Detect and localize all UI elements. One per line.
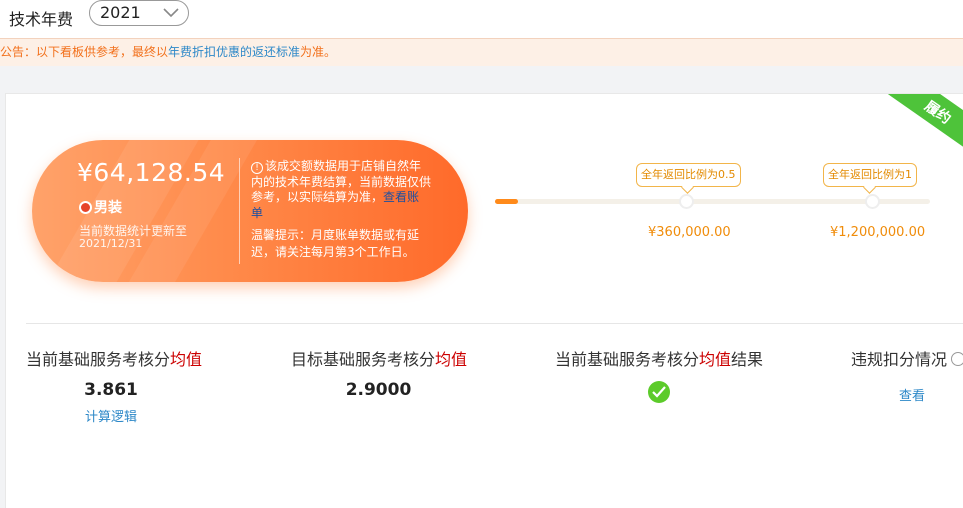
metric-result: 当前基础服务考核分均值结果 [554,346,764,407]
sales-amount: ¥64,128.54 [77,158,226,187]
tech-fee-label: 技术年费 [9,10,74,29]
metric-target-score: 目标基础服务考核分均值 2.9000 [291,346,468,400]
tier-label-2: 全年返回比例为1 [823,163,917,187]
notice-bar: 公告：以下看板供参考，最终以年费折扣优惠的返还标准为准。 [0,38,963,66]
metric-title: 违规扣分情况 [851,346,963,370]
tier-amount-2: ¥1,200,000.00 [830,225,926,240]
category-label: 男装 [94,200,122,216]
status-ribbon: 履约 [885,94,963,162]
category-icon [79,201,92,214]
top-bar: 技术年费 2021 [0,0,963,38]
year-select[interactable]: 2021 [89,0,189,26]
ribbon-text: 履约 [921,98,954,128]
section-divider [26,323,963,324]
tier-node-1 [679,194,694,209]
view-violation-link[interactable]: 查看 [851,385,963,404]
notice-text-after: 为准。 [300,45,337,59]
fee-card: 履约 ¥64,128.54 男装 当前数据统计更新至 2021/12/31 ! 该… [5,93,963,508]
tier-label-1: 全年返回比例为0.5 [636,163,741,187]
summary-pill: ¥64,128.54 男装 当前数据统计更新至 2021/12/31 ! 该成交额… [32,140,468,282]
divider [239,158,240,264]
notice-link[interactable]: 年费折扣优惠的返还标准 [168,45,300,59]
progress-fill [495,199,519,204]
category: 男装 [79,197,122,217]
metric-value: 3.861 [84,380,138,400]
notice-text-before: 公告：以下看板供参考，最终以 [0,45,169,59]
check-circle-icon [648,381,670,403]
info-icon: ! [251,162,263,174]
metric-title: 当前基础服务考核分均值结果 [554,350,764,369]
tier-node-2 [865,194,880,209]
info-text: ! 该成交额数据用于店铺自然年内的技术年费结算，当前数据仅供参考，以实际结算为准，… [251,159,431,221]
updated-date: 2021/12/31 [79,237,143,250]
metric-violation: 违规扣分情况 查看 [851,346,963,404]
chevron-down-icon [163,8,179,18]
metric-value: 2.9000 [345,380,412,400]
metric-title: 目标基础服务考核分均值 [291,350,468,369]
metric-title: 当前基础服务考核分均值 [26,350,203,369]
year-select-value: 2021 [100,3,141,22]
question-icon[interactable] [951,352,963,366]
tier-amount-1: ¥360,000.00 [648,225,731,240]
tip-text: 温馨提示：月度账单数据或有延迟，请关注每月第3个工作日。 [251,228,420,259]
metric-current-score: 当前基础服务考核分均值 3.861 计算逻辑 [26,346,203,425]
calc-logic-link[interactable]: 计算逻辑 [26,406,196,425]
